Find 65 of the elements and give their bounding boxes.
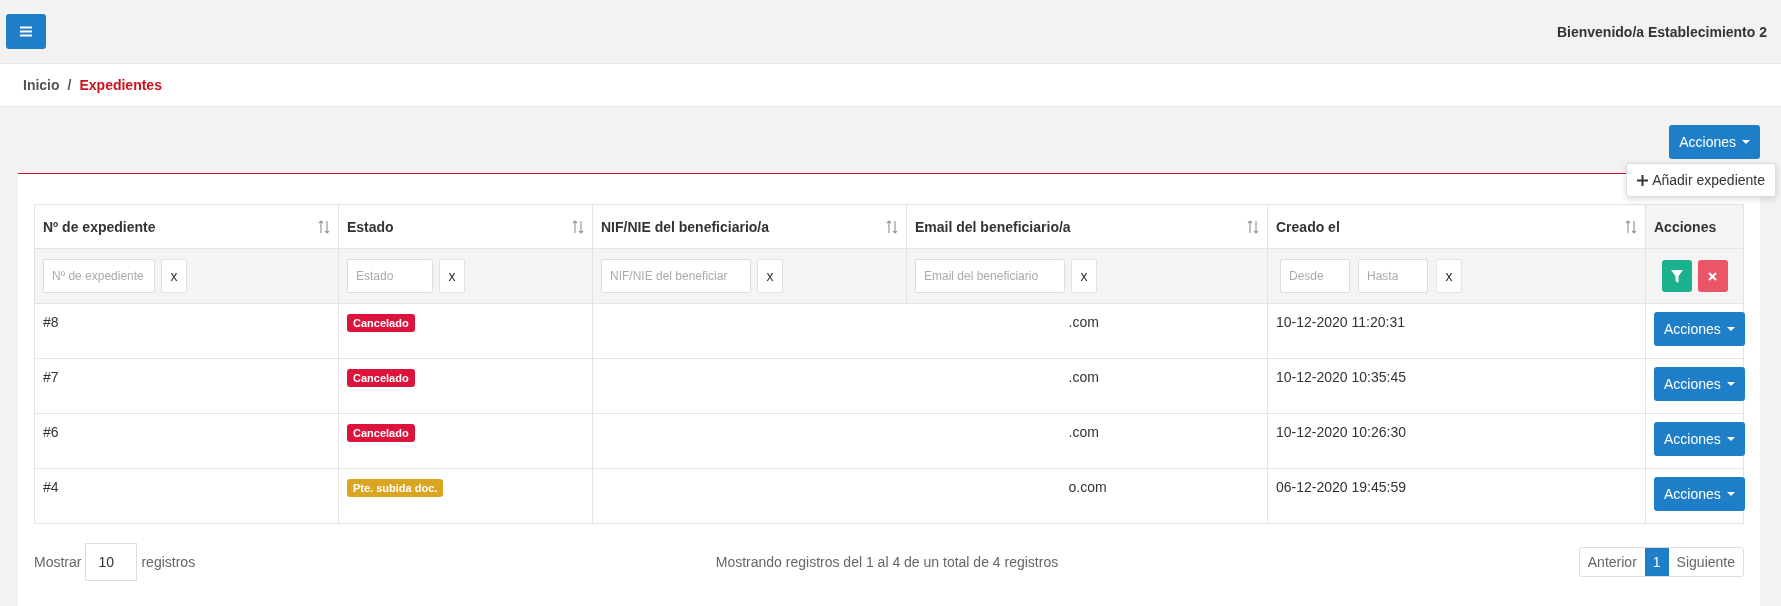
created-date: 06-12-2020 19:45:59 <box>1276 479 1406 495</box>
pagination-link[interactable]: 1 <box>1644 548 1669 576</box>
filter-button[interactable] <box>1661 260 1692 292</box>
clear-filter-button[interactable]: x <box>161 259 187 293</box>
welcome-text: Bienvenido/a Establecimiento 2 <box>1556 23 1767 40</box>
clear-filters-button[interactable] <box>1697 260 1728 292</box>
status-tag: Cancelado <box>347 369 415 387</box>
filter-field[interactable]: Estado <box>347 259 433 293</box>
column-header[interactable]: Estado <box>338 204 593 249</box>
sort-icon[interactable] <box>318 219 330 234</box>
status-tag: Cancelado <box>347 314 415 332</box>
filter-field[interactable]: Email del beneficiario <box>915 259 1065 293</box>
row-actions-button[interactable]: Acciones <box>1654 367 1745 401</box>
menu-button[interactable] <box>6 14 46 49</box>
email-text: .com <box>1068 314 1099 330</box>
close-icon <box>1708 271 1717 281</box>
show-label: Mostrar <box>34 554 82 570</box>
breadcrumb-link[interactable]: Expedientes <box>79 77 162 93</box>
plus-icon <box>1637 174 1649 186</box>
email-text: o.com <box>1068 479 1107 495</box>
created-date: 10-12-2020 10:35:45 <box>1276 369 1406 385</box>
add-record-menu-item[interactable]: Añadir expediente <box>1637 172 1765 188</box>
records-label: registros <box>141 554 196 570</box>
row-actions-button[interactable]: Acciones <box>1654 422 1745 456</box>
column-header[interactable]: NIF/NIE del beneficiario/a <box>592 204 907 249</box>
page-size-field[interactable]: 10 <box>85 543 138 581</box>
filter-field[interactable]: Hasta <box>1358 259 1428 293</box>
clear-filter-button[interactable]: x <box>1436 259 1462 293</box>
status-tag: Cancelado <box>347 424 415 442</box>
record-number: #6 <box>43 424 59 440</box>
column-header: Acciones <box>1645 204 1744 249</box>
column-header[interactable]: Creado el <box>1267 204 1646 249</box>
menu-icon <box>20 26 32 37</box>
caret-icon <box>1726 327 1735 331</box>
breadcrumb-link[interactable]: Inicio <box>23 77 60 93</box>
clear-filter-button[interactable]: x <box>439 259 465 293</box>
filter-field[interactable]: NIF/NIE del beneficiar <box>601 259 751 293</box>
filter-field[interactable]: Desde <box>1280 259 1350 293</box>
sort-icon[interactable] <box>1625 219 1637 234</box>
caret-icon <box>1726 382 1735 386</box>
caret-icon <box>1726 492 1735 496</box>
row-actions-button[interactable]: Acciones <box>1654 312 1745 346</box>
records-info: Mostrando registros del 1 al 4 de un total de 4 registros <box>715 554 1059 570</box>
record-number: #8 <box>43 314 59 330</box>
caret-icon <box>1742 140 1750 144</box>
sort-icon[interactable] <box>886 219 898 234</box>
created-date: 10-12-2020 10:26:30 <box>1276 424 1406 440</box>
clear-filter-button[interactable]: x <box>757 259 783 293</box>
created-date: 10-12-2020 11:20:31 <box>1276 314 1405 330</box>
row-actions-button[interactable]: Acciones <box>1654 477 1745 511</box>
column-header[interactable]: Email del beneficiario/a <box>906 204 1268 249</box>
actions-button[interactable]: Acciones <box>1669 125 1760 159</box>
breadcrumb-separator: / <box>67 77 72 93</box>
caret-icon <box>1726 437 1735 441</box>
email-text: .com <box>1068 424 1099 440</box>
record-number: #7 <box>43 369 59 385</box>
email-text: .com <box>1068 369 1099 385</box>
sort-icon[interactable] <box>572 219 584 234</box>
filter-field[interactable]: Nº de expediente <box>43 259 155 293</box>
clear-filter-button[interactable]: x <box>1071 259 1097 293</box>
filter-icon <box>1670 269 1683 283</box>
record-number: #4 <box>43 479 59 495</box>
sort-icon[interactable] <box>1247 219 1259 234</box>
column-header[interactable]: Nº de expediente <box>34 204 339 249</box>
status-tag: Pte. subida doc. <box>347 479 444 497</box>
